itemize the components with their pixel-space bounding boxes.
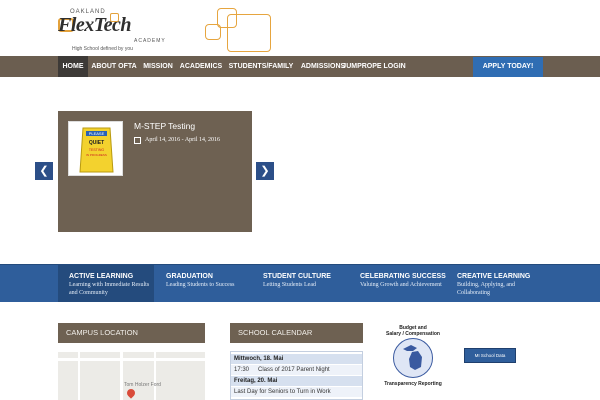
sign-text-please: PLEASE (89, 131, 105, 136)
map-pin-icon (125, 387, 137, 399)
michigan-map-icon (393, 338, 433, 378)
budget-transparency-link[interactable]: Budget and Salary / Compensation Transpa… (367, 323, 459, 400)
nav-item-mission[interactable]: MISSION (140, 56, 176, 77)
event-title: Last Day for Seniors to Turn in Work (234, 389, 331, 395)
logo-sub-text: ACADEMY (134, 38, 166, 44)
calendar-day: Freitag, 20. Mai (231, 376, 362, 386)
slider-prev-button[interactable]: ❮ (35, 162, 53, 180)
band-item-title: ACTIVE LEARNING (69, 273, 134, 280)
slide-thumbnail: PLEASE QUIET TESTING IN PROGRESS (68, 121, 123, 176)
header-square-decoration (205, 8, 275, 54)
chevron-left-icon: ❮ (39, 165, 49, 177)
slide-date: April 14, 2016 - April 14, 2016 (145, 137, 220, 143)
band-item-celebrating-success[interactable]: CELEBRATING SUCCESS Valuing Growth and A… (349, 264, 446, 302)
band-item-subtitle: Letting Students Lead (263, 282, 316, 288)
school-calendar: Mittwoch, 18. Mai 17:30 Class of 2017 Par… (230, 351, 363, 400)
sign-text-testing: TESTING (89, 148, 104, 152)
logo-tagline: High School defined by you (72, 46, 133, 52)
featured-slide[interactable]: PLEASE QUIET TESTING IN PROGRESS M-STEP … (58, 111, 252, 232)
band-item-subtitle: Learning with Immediate Results and Comm… (69, 282, 150, 296)
band-item-subtitle: Leading Students to Success (166, 282, 235, 288)
logo-small-square (110, 13, 119, 22)
band-item-graduation[interactable]: GRADUATION Leading Students to Success (155, 264, 252, 302)
band-item-title: GRADUATION (166, 273, 213, 280)
band-item-active-learning[interactable]: ACTIVE LEARNING Learning with Immediate … (58, 264, 154, 302)
sign-text-progress: IN PROGRESS (86, 153, 107, 157)
calendar-icon (134, 137, 141, 144)
slide-title[interactable]: M-STEP Testing (134, 121, 195, 131)
band-item-subtitle: Building, Applying, and Collaborating (457, 282, 516, 296)
logo-brand-text: FlexTech (58, 14, 132, 36)
band-item-title: STUDENT CULTURE (263, 273, 331, 280)
map-label: Tom Holzer Ford (124, 382, 161, 388)
band-item-creative-learning[interactable]: CREATIVE LEARNING Building, Applying, an… (446, 264, 543, 302)
nav-item-students-family[interactable]: STUDENTS/FAMILY (227, 56, 295, 77)
budget-line-3: Transparency Reporting (384, 381, 442, 387)
sign-text-quiet: QUIET (89, 140, 104, 146)
school-calendar-heading: SCHOOL CALENDAR (230, 323, 363, 343)
campus-map[interactable]: Tom Holzer Ford (58, 352, 205, 400)
event-time: 17:30 (234, 367, 250, 373)
budget-line-2: Salary / Compensation (386, 331, 440, 337)
nav-item-jumprope-login[interactable]: JUMPROPE LOGIN (336, 56, 412, 77)
calendar-day: Mittwoch, 18. Mai (231, 354, 362, 364)
campus-location-heading: CAMPUS LOCATION (58, 323, 205, 343)
chevron-right-icon: ❯ (260, 165, 270, 177)
calendar-event[interactable]: Last Day for Seniors to Turn in Work (231, 387, 362, 397)
nav-item-academics[interactable]: ACADEMICS (178, 56, 224, 77)
band-item-title: CELEBRATING SUCCESS (360, 273, 446, 280)
band-item-title: CREATIVE LEARNING (457, 273, 531, 280)
nav-item-home[interactable]: HOME (58, 56, 88, 77)
band-item-student-culture[interactable]: STUDENT CULTURE Letting Students Lead (252, 264, 349, 302)
mi-school-data-link[interactable]: MI School Data (464, 348, 516, 363)
nav-item-about-ofta[interactable]: ABOUT OFTA (90, 56, 138, 77)
event-title: Class of 2017 Parent Night (258, 367, 330, 373)
band-item-subtitle: Valuing Growth and Achievement (360, 282, 442, 288)
calendar-event[interactable]: 17:30 Class of 2017 Parent Night (231, 365, 362, 375)
site-logo[interactable]: OAKLAND FlexTech ACADEMY High School def… (58, 8, 166, 54)
slider-next-button[interactable]: ❯ (256, 162, 274, 180)
apply-today-button[interactable]: APPLY TODAY! (473, 57, 543, 77)
